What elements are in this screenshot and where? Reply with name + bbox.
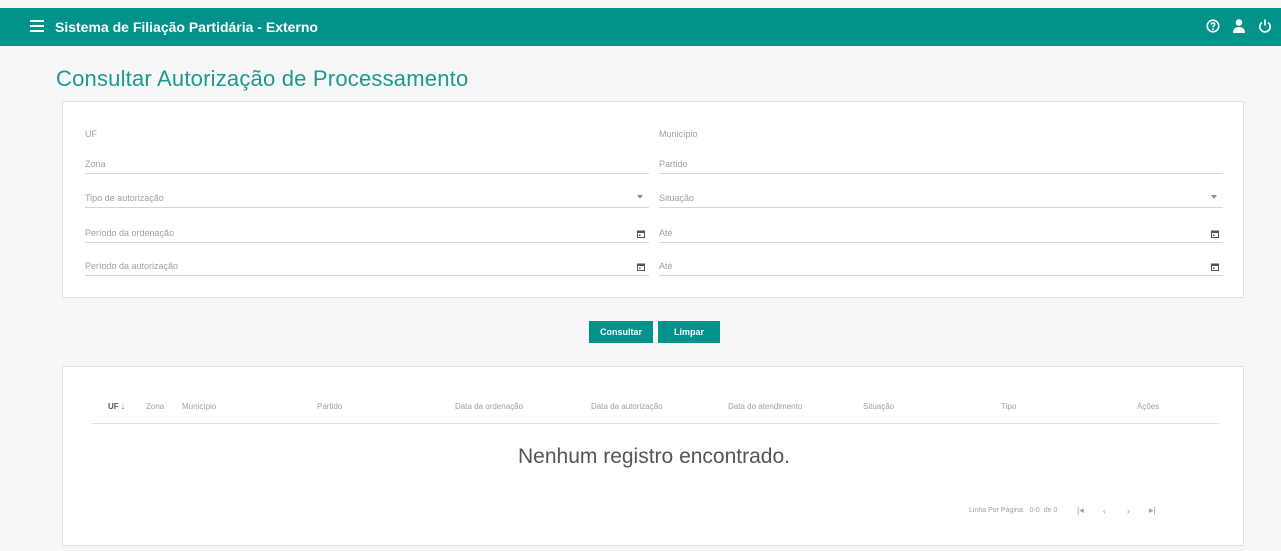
next-page-button[interactable]: › (1123, 506, 1133, 516)
help-icon[interactable] (1205, 17, 1221, 35)
filter-card: UF Município Zona Partido Tipo de autori… (62, 101, 1244, 298)
pagination: Linha Por Página: 0-0 de 0 |◂ ‹ › ▸| (969, 505, 1157, 516)
chevron-down-icon (637, 195, 643, 199)
last-page-button[interactable]: ▸| (1147, 505, 1157, 516)
top-icons (1205, 17, 1273, 35)
municipio-label: Município (659, 129, 698, 139)
ate-autorizacao-field[interactable]: Até (659, 254, 1223, 276)
page-title: Consultar Autorização de Processamento (56, 66, 469, 91)
results-card: UF ↓ Zona Município Partido Data da orde… (62, 366, 1244, 546)
top-bar: Sistema de Filiação Partidária - Externo (0, 8, 1281, 46)
table-header: UF ↓ Zona Município Partido Data da orde… (91, 397, 1219, 424)
calendar-icon[interactable] (1211, 263, 1219, 271)
column-header-data-autorizacao[interactable]: Data da autorização (591, 402, 663, 411)
periodo-autorizacao-field[interactable]: Período da autorização (85, 254, 649, 276)
calendar-icon[interactable] (1211, 230, 1219, 238)
municipio-field[interactable]: Município (659, 121, 1223, 143)
user-icon[interactable] (1231, 17, 1247, 35)
action-buttons: Consultar Limpar (589, 321, 720, 343)
partido-field[interactable]: Partido (659, 152, 1223, 174)
periodo-ordenacao-label: Período da ordenação (85, 228, 175, 238)
ate-ordenacao-label: Até (659, 228, 673, 238)
ate-ordenacao-field[interactable]: Até (659, 221, 1223, 243)
column-header-tipo[interactable]: Tipo (1001, 402, 1016, 411)
column-header-situacao[interactable]: Situação (863, 402, 894, 411)
column-header-uf[interactable]: UF ↓ (108, 402, 125, 411)
periodo-autorizacao-label: Período da autorização (85, 261, 179, 271)
zona-field[interactable]: Zona (85, 152, 649, 174)
chevron-down-icon (1211, 195, 1217, 199)
app-title: Sistema de Filiação Partidária - Externo (55, 19, 318, 35)
sort-arrow-icon: ↓ (120, 402, 125, 411)
situacao-select[interactable]: Situação (659, 186, 1223, 208)
uf-field[interactable]: UF (85, 121, 649, 143)
tipo-autorizacao-label: Tipo de autorização (85, 193, 164, 203)
column-header-municipio[interactable]: Município (182, 402, 216, 411)
menu-icon[interactable] (30, 20, 44, 32)
rows-per-page-label: Linha Por Página: (969, 507, 1025, 514)
calendar-icon[interactable] (637, 263, 645, 271)
empty-message: Nenhum registro encontrado. (518, 445, 790, 468)
zona-label: Zona (85, 159, 106, 169)
consultar-button[interactable]: Consultar (589, 321, 653, 343)
first-page-button[interactable]: |◂ (1075, 505, 1085, 516)
uf-label: UF (85, 129, 97, 139)
column-header-acoes: Ações (1137, 402, 1160, 411)
ate-autorizacao-label: Até (659, 261, 673, 271)
column-label: UF (108, 402, 119, 411)
page-range: 0-0 (1029, 507, 1040, 514)
tipo-autorizacao-select[interactable]: Tipo de autorização (85, 186, 649, 208)
calendar-icon[interactable] (637, 230, 645, 238)
prev-page-button[interactable]: ‹ (1099, 506, 1109, 516)
column-header-partido[interactable]: Partido (317, 402, 342, 411)
column-header-data-ordenacao[interactable]: Data da ordenação (455, 402, 523, 411)
situacao-label: Situação (659, 193, 695, 203)
column-header-zona[interactable]: Zona (146, 402, 164, 411)
periodo-ordenacao-field[interactable]: Período da ordenação (85, 221, 649, 243)
power-icon[interactable] (1257, 17, 1273, 35)
partido-label: Partido (659, 159, 688, 169)
column-header-data-atendimento[interactable]: Data do atendimento (728, 402, 802, 411)
page-total: de 0 (1043, 507, 1058, 514)
limpar-button[interactable]: Limpar (658, 321, 720, 343)
